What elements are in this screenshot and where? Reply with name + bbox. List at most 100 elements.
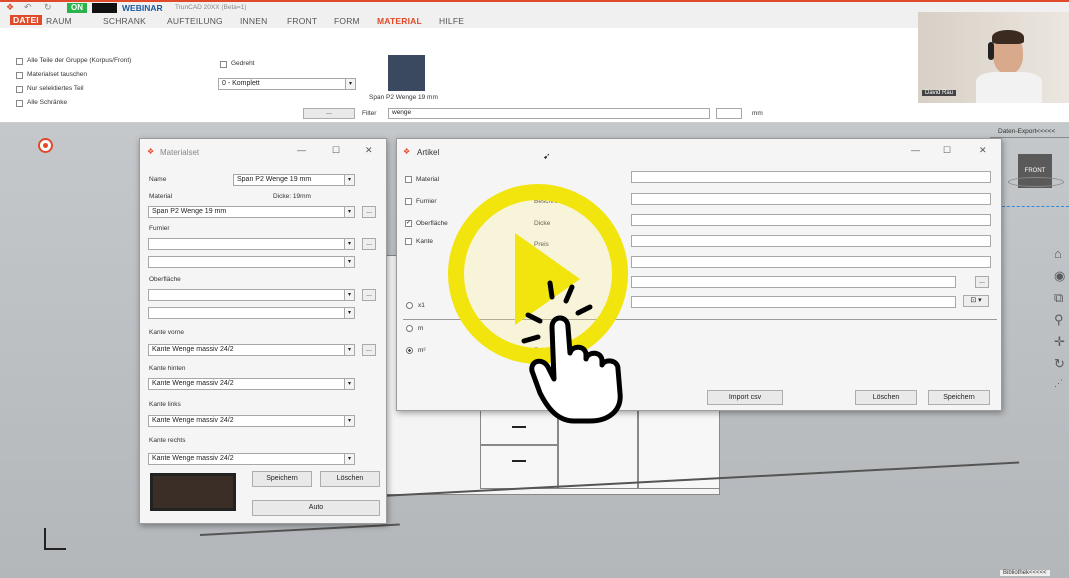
artikel-more-button[interactable]: ... xyxy=(975,276,989,288)
kante-rechts-label: Kante rechts xyxy=(149,437,186,444)
daten-export-label[interactable]: Daten-Export<<<<< xyxy=(998,128,1055,135)
maximize-icon[interactable]: ☐ xyxy=(332,145,340,156)
pan-icon[interactable]: ✛ xyxy=(1054,334,1065,350)
tab-hilfe[interactable]: HILFE xyxy=(439,16,464,26)
tab-aufteilung[interactable]: AUFTEILUNG xyxy=(167,16,223,26)
name-label: Name xyxy=(149,176,167,183)
close-icon[interactable]: ✕ xyxy=(979,145,987,156)
artikel-delete-button[interactable]: Löschen xyxy=(855,390,917,405)
zoom-window-icon[interactable]: ⧉ xyxy=(1054,290,1063,306)
import-csv-button[interactable]: Import csv xyxy=(707,390,783,405)
kante-more-button[interactable]: ... xyxy=(362,344,376,356)
artikel-furnier-checkbox[interactable] xyxy=(405,198,412,205)
chevron-down-icon: ▾ xyxy=(344,257,354,267)
artikel-field-1[interactable] xyxy=(631,171,991,183)
opt-selected-checkbox[interactable] xyxy=(16,86,23,93)
oberflaeche-more-button[interactable]: ... xyxy=(362,289,376,301)
more-button[interactable]: ... xyxy=(303,108,355,119)
dashed-line xyxy=(1002,206,1069,207)
redo-icon[interactable]: ↻ xyxy=(44,2,52,13)
artikel-option-button[interactable]: ⊡ ▾ xyxy=(963,295,989,307)
radio-m[interactable] xyxy=(406,325,413,332)
chevron-down-icon: ▾ xyxy=(344,416,354,426)
materialset-delete-button[interactable]: Löschen xyxy=(320,471,380,487)
bibliothek-label[interactable]: Bibliothek<<<<< xyxy=(1000,570,1050,576)
material-swatch[interactable] xyxy=(388,55,425,91)
material-more-button[interactable]: ... xyxy=(362,206,376,218)
kante-links-value: Kante Wenge massiv 24/2 xyxy=(152,417,234,424)
tab-schrank[interactable]: SCHRANK xyxy=(103,16,146,26)
artikel-dicke-input[interactable] xyxy=(631,214,991,226)
headphones-icon xyxy=(988,42,994,60)
materialset-logo-icon: ❖ xyxy=(147,147,155,156)
artikel-beschreibung-input[interactable] xyxy=(631,193,991,205)
materialset-auto-button[interactable]: Auto xyxy=(252,500,380,516)
oberflaeche-label: Oberfläche xyxy=(149,276,181,283)
artikel-kante-checkbox[interactable] xyxy=(405,238,412,245)
oberflaeche-select-2[interactable]: ▾ xyxy=(148,307,355,319)
axis-indicator-icon xyxy=(44,548,66,550)
opt-swap-label: Materialset tauschen xyxy=(27,71,87,78)
chevron-down-icon: ▾ xyxy=(344,175,354,185)
komplett-select[interactable]: 0 - Komplett ▾ xyxy=(218,78,356,90)
opt-all-checkbox[interactable] xyxy=(16,100,23,107)
opt-group-checkbox[interactable] xyxy=(16,58,23,65)
chevron-down-icon: ▾ xyxy=(344,345,354,355)
chevron-down-icon: ▾ xyxy=(345,79,355,89)
material-preview xyxy=(150,473,236,511)
chevron-down-icon: ▾ xyxy=(344,290,354,300)
filter-value: wenge xyxy=(392,109,412,116)
minimize-icon[interactable]: — xyxy=(297,145,306,155)
cabinet-door xyxy=(480,445,558,489)
fit-icon[interactable]: ⋰ xyxy=(1054,378,1063,389)
artikel-material-checkbox[interactable] xyxy=(405,176,412,183)
view-icon[interactable]: ◉ xyxy=(1054,268,1065,284)
view-cube-label: FRONT xyxy=(1024,168,1046,174)
chevron-down-icon: ▾ xyxy=(344,207,354,217)
name-select[interactable]: Span P2 Wenge 19 mm ▾ xyxy=(233,174,355,186)
furnier-more-button[interactable]: ... xyxy=(362,238,376,250)
kante-rechts-select[interactable]: Kante Wenge massiv 24/2 ▾ xyxy=(148,453,355,465)
artikel-furnier-label: Furnier xyxy=(416,198,437,205)
furnier-select-2[interactable]: ▾ xyxy=(148,256,355,268)
materialset-save-button[interactable]: Speichern xyxy=(252,471,312,487)
kante-hinten-label: Kante hinten xyxy=(149,365,186,372)
artikel-field-5[interactable] xyxy=(631,256,991,268)
artikel-field-6[interactable] xyxy=(631,276,956,288)
close-icon[interactable]: ✕ xyxy=(365,145,373,156)
opt-group-label: Alle Teile der Gruppe (Korpus/Front) xyxy=(27,57,132,64)
radio-x1[interactable] xyxy=(406,302,413,309)
tab-innen[interactable]: INNEN xyxy=(240,16,267,26)
kante-links-select[interactable]: Kante Wenge massiv 24/2 ▾ xyxy=(148,415,355,427)
materialset-title: Materialset xyxy=(160,148,200,157)
opt-swap-checkbox[interactable] xyxy=(16,72,23,79)
tab-raum[interactable]: RAUM xyxy=(46,16,72,26)
artikel-preis-input[interactable] xyxy=(631,235,991,247)
oberflaeche-select-1[interactable]: ▾ xyxy=(148,289,355,301)
rotate-icon[interactable]: ↻ xyxy=(1054,356,1065,372)
artikel-save-button[interactable]: Speichern xyxy=(928,390,990,405)
mm-input[interactable] xyxy=(716,108,742,119)
search-icon[interactable]: ⚲ xyxy=(1054,312,1064,328)
kante-vorne-label: Kante vorne xyxy=(149,329,185,336)
filter-input[interactable]: wenge xyxy=(388,108,710,119)
material-select[interactable]: Span P2 Wenge 19 mm ▾ xyxy=(148,206,355,218)
rotated-checkbox[interactable] xyxy=(220,61,227,68)
minimize-icon[interactable]: — xyxy=(911,145,920,155)
home-icon[interactable]: ⌂ xyxy=(1054,246,1062,261)
tab-front[interactable]: FRONT xyxy=(287,16,317,26)
undo-icon[interactable]: ↶ xyxy=(24,2,32,13)
tab-form[interactable]: FORM xyxy=(334,16,360,26)
artikel-field-7[interactable] xyxy=(631,296,956,308)
radio-m2[interactable] xyxy=(406,347,413,354)
maximize-icon[interactable]: ☐ xyxy=(943,145,951,156)
app-title: TrunCAD 20XX (Beta=1) xyxy=(175,4,247,11)
tab-datei[interactable]: DATEI xyxy=(10,15,42,25)
webcam-overlay: David Rau xyxy=(918,12,1069,103)
kante-vorne-select[interactable]: Kante Wenge massiv 24/2 ▾ xyxy=(148,344,355,356)
artikel-oberflaeche-checkbox[interactable]: ✓ xyxy=(405,220,412,227)
kante-hinten-select[interactable]: Kante Wenge massiv 24/2 ▾ xyxy=(148,378,355,390)
tab-material[interactable]: MATERIAL xyxy=(377,16,422,26)
furnier-select-1[interactable]: ▾ xyxy=(148,238,355,250)
eye-icon[interactable] xyxy=(38,138,53,153)
